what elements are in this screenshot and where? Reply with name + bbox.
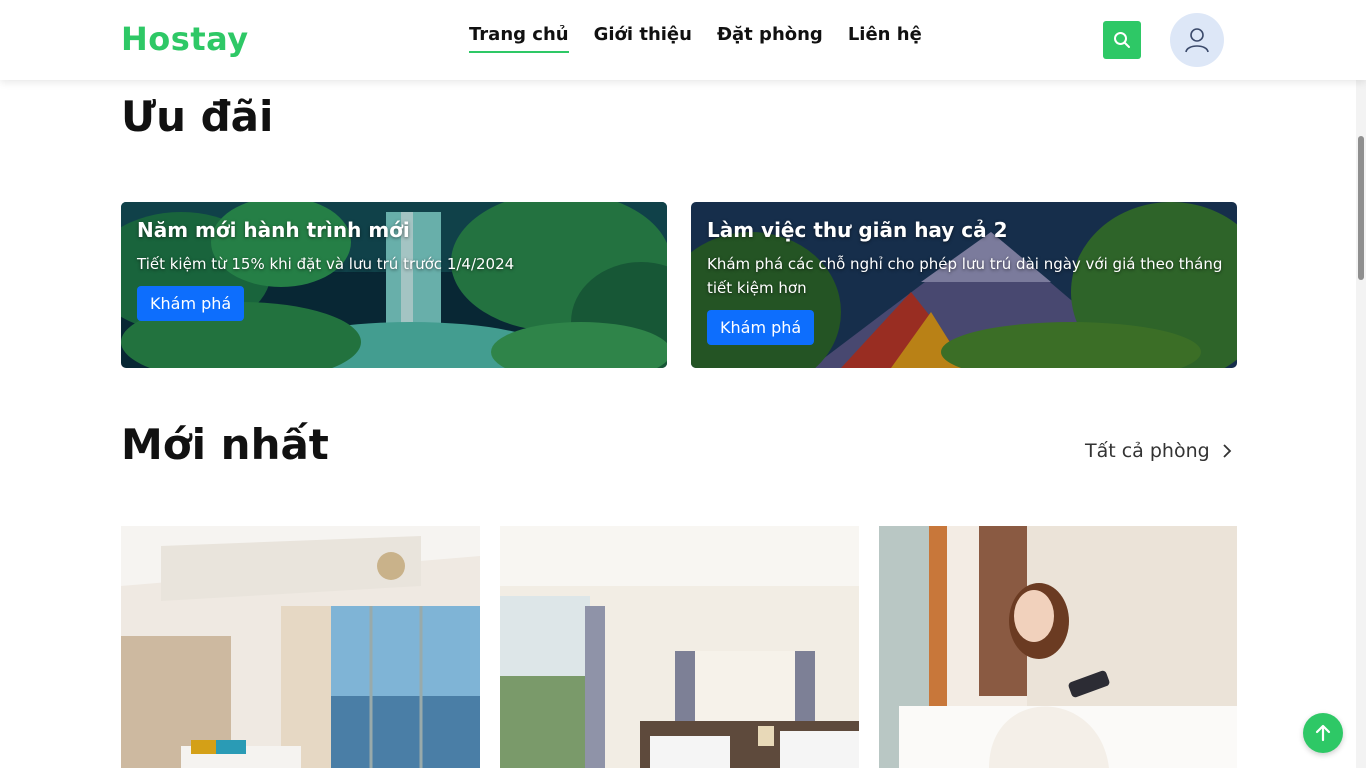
nav-item-contact[interactable]: Liên hệ <box>848 24 922 53</box>
room-image <box>500 526 859 768</box>
search-icon <box>1114 32 1130 48</box>
arrow-up-icon <box>1315 724 1331 742</box>
room-card-1[interactable] <box>121 526 480 768</box>
room-card-3[interactable] <box>879 526 1238 768</box>
user-avatar-icon <box>1185 28 1209 53</box>
promo-description: Tiết kiệm từ 15% khi đặt và lưu trú trướ… <box>137 255 515 273</box>
all-rooms-link[interactable]: Tất cả phòng <box>1085 440 1232 462</box>
scrollbar-thumb[interactable] <box>1358 136 1364 280</box>
latest-title: Mới nhất <box>121 420 329 469</box>
page-scrollbar[interactable] <box>1356 80 1366 768</box>
logo[interactable]: Hostay <box>121 20 249 58</box>
search-button[interactable] <box>1103 21 1141 59</box>
main-nav: Trang chủ Giới thiệu Đặt phòng Liên hệ <box>469 24 947 53</box>
all-rooms-label: Tất cả phòng <box>1085 440 1210 462</box>
explore-button[interactable]: Khám phá <box>137 286 245 321</box>
promo-title: Làm việc thư giãn hay cả 2 <box>707 218 1008 242</box>
site-header: Hostay Trang chủ Giới thiệu Đặt phòng Li… <box>0 0 1366 80</box>
nav-item-booking[interactable]: Đặt phòng <box>717 24 823 53</box>
back-to-top-button[interactable] <box>1303 713 1343 753</box>
promo-card-new-year: Năm mới hành trình mới Tiết kiệm từ 15% … <box>121 202 667 368</box>
promo-card-work-relax: Làm việc thư giãn hay cả 2 Khám phá các … <box>691 202 1237 368</box>
offers-title: Ưu đãi <box>121 92 274 141</box>
room-card-2[interactable] <box>500 526 859 768</box>
promo-title: Năm mới hành trình mới <box>137 218 410 242</box>
nav-item-about[interactable]: Giới thiệu <box>594 24 692 53</box>
room-image <box>879 526 1237 768</box>
room-image <box>121 526 480 768</box>
explore-button[interactable]: Khám phá <box>707 310 815 345</box>
chevron-right-icon <box>1223 444 1231 458</box>
promo-description: Khám phá các chỗ nghỉ cho phép lưu trú d… <box>707 255 1223 297</box>
nav-item-home[interactable]: Trang chủ <box>469 24 569 53</box>
user-avatar[interactable] <box>1170 13 1224 67</box>
